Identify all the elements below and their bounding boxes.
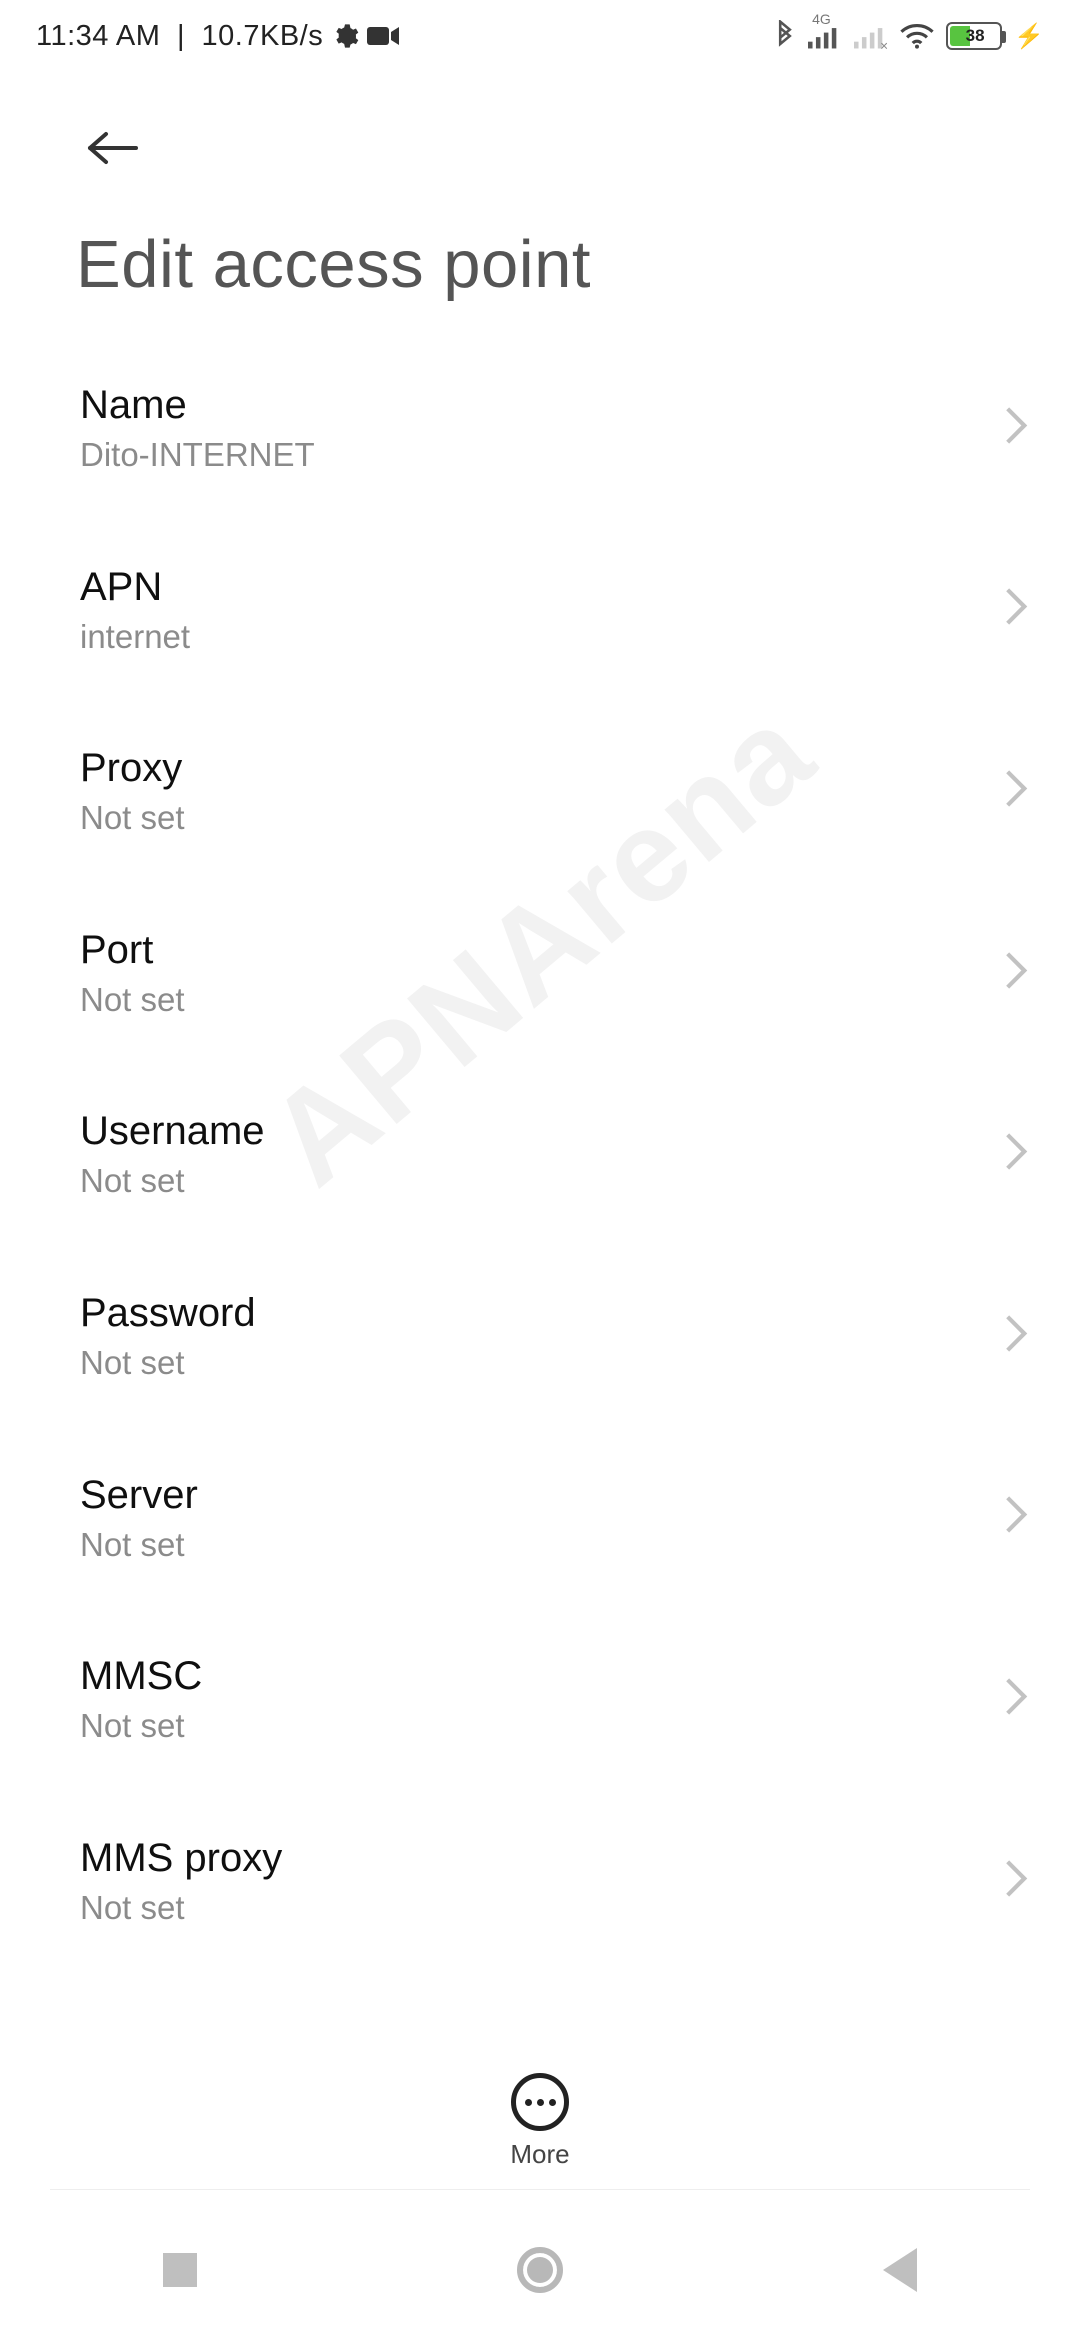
row-value: Not set (80, 1706, 990, 1746)
chevron-right-icon (1004, 1676, 1028, 1721)
row-mmsc[interactable]: MMSC Not set (0, 1608, 1080, 1790)
row-label: MMSC (80, 1652, 990, 1700)
status-bar: 11:34 AM | 10.7KB/s 4G × (0, 0, 1080, 72)
row-port[interactable]: Port Not set (0, 882, 1080, 1064)
divider (50, 2189, 1030, 2190)
nav-back-button[interactable] (876, 2246, 924, 2294)
row-proxy[interactable]: Proxy Not set (0, 700, 1080, 882)
row-label: Username (80, 1107, 990, 1155)
row-password[interactable]: Password Not set (0, 1245, 1080, 1427)
settings-gear-icon (331, 22, 359, 50)
camera-icon (367, 24, 401, 48)
nav-recent-button[interactable] (156, 2246, 204, 2294)
row-value: Not set (80, 980, 990, 1020)
chevron-right-icon (1004, 405, 1028, 450)
system-nav-bar (0, 2200, 1080, 2340)
nav-home-button[interactable] (516, 2246, 564, 2294)
row-label: Proxy (80, 744, 990, 792)
battery-icon: 38 (946, 22, 1002, 50)
chevron-right-icon (1004, 1313, 1028, 1358)
row-username[interactable]: Username Not set (0, 1063, 1080, 1245)
row-label: Port (80, 926, 990, 974)
row-apn[interactable]: APN internet (0, 519, 1080, 701)
row-server[interactable]: Server Not set (0, 1427, 1080, 1609)
settings-list: Name Dito-INTERNET APN internet Proxy No… (0, 337, 1080, 1971)
row-value: internet (80, 617, 990, 657)
svg-text:×: × (880, 39, 888, 49)
row-label: Password (80, 1289, 990, 1337)
charging-bolt-icon: ⚡ (1014, 22, 1044, 51)
row-name[interactable]: Name Dito-INTERNET (0, 337, 1080, 519)
more-label: More (510, 2139, 569, 2170)
chevron-right-icon (1004, 768, 1028, 813)
page-title: Edit access point (0, 184, 1080, 337)
more-button[interactable]: More (0, 2073, 1080, 2170)
status-data-rate: 10.7KB/s (202, 20, 324, 53)
row-value: Not set (80, 1888, 990, 1928)
row-label: MMS proxy (80, 1834, 990, 1882)
status-separator: | (168, 20, 193, 53)
row-value: Not set (80, 1343, 990, 1383)
row-label: Server (80, 1471, 990, 1519)
signal-sim1-icon: 4G (808, 23, 842, 49)
row-label: Name (80, 381, 990, 429)
chevron-right-icon (1004, 1858, 1028, 1903)
row-mms-proxy[interactable]: MMS proxy Not set (0, 1790, 1080, 1972)
row-label: APN (80, 563, 990, 611)
bluetooth-icon (774, 20, 796, 52)
chevron-right-icon (1004, 587, 1028, 632)
wifi-icon (900, 23, 934, 49)
row-value: Dito-INTERNET (80, 435, 990, 475)
status-time: 11:34 AM (36, 20, 160, 53)
row-value: Not set (80, 1161, 990, 1201)
row-value: Not set (80, 1525, 990, 1565)
row-value: Not set (80, 798, 990, 838)
signal-sim2-icon: × (854, 23, 888, 49)
chevron-right-icon (1004, 950, 1028, 995)
chevron-right-icon (1004, 1132, 1028, 1177)
chevron-right-icon (1004, 1495, 1028, 1540)
more-icon (511, 2073, 569, 2131)
back-button[interactable] (76, 112, 148, 184)
